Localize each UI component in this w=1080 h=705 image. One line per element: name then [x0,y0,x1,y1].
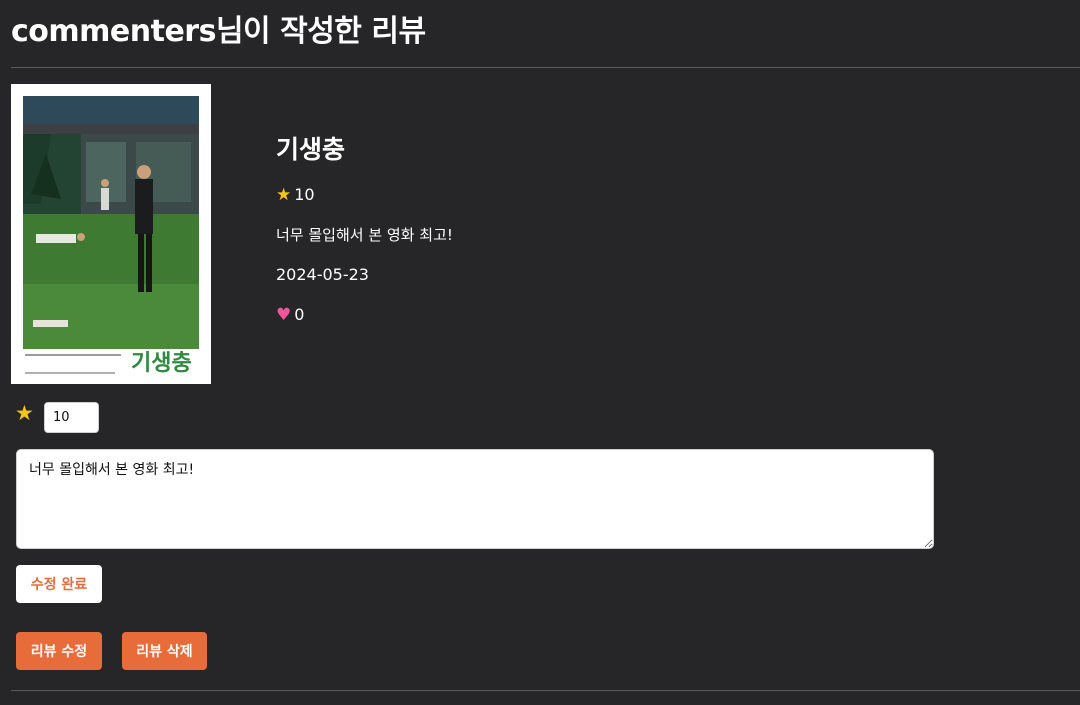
review-date: 2024-05-23 [276,265,369,284]
review-info: 기생충 ★ 10 너무 몰입해서 본 영화 최고! 2024-05-23 ♥ 0 [276,132,453,325]
footer-divider [11,690,1080,691]
star-icon: ★ [15,401,34,425]
poster-title: 기생충 [131,351,192,376]
movie-poster: 기생충 [11,84,211,384]
delete-review-button[interactable]: 리뷰 삭제 [122,632,207,670]
rating-row: ★ 10 [276,184,315,206]
likes-count: 0 [294,305,305,324]
edit-review-button[interactable]: 리뷰 수정 [16,632,102,670]
review-content: 너무 몰입해서 본 영화 최고! [276,226,453,244]
page-title: commenters님이 작성한 리뷰 [11,14,426,49]
review-content-textarea[interactable]: 너무 몰입해서 본 영화 최고! [16,449,934,549]
star-icon: ★ [276,185,292,205]
rating-value: 10 [294,185,315,204]
heart-icon: ♥ [276,305,292,325]
header-divider [11,67,1080,68]
movie-title: 기생충 [276,135,346,164]
submit-edit-button[interactable]: 수정 완료 [16,565,102,603]
likes-row: ♥ 0 [276,304,304,326]
rating-input[interactable] [44,402,99,433]
